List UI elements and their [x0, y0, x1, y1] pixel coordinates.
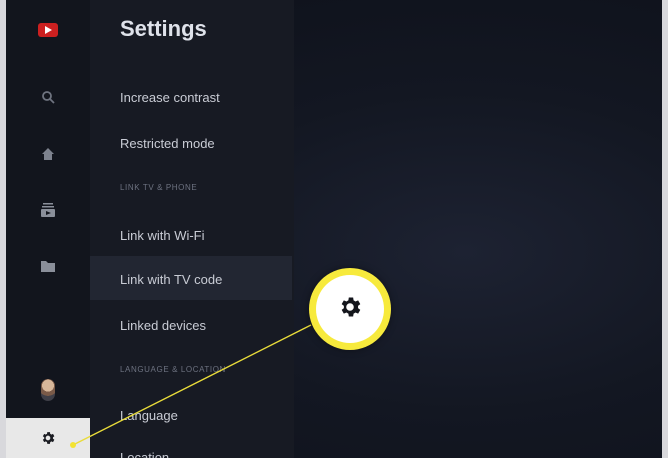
- settings-callout-magnifier: [309, 268, 391, 350]
- callout-inner-circle: [316, 275, 384, 343]
- callout-connector-line: [72, 324, 312, 446]
- gear-icon: [337, 294, 363, 325]
- callout-anchor-dot: [70, 442, 76, 448]
- tv-screen: Settings Increase contrast Restricted mo…: [6, 0, 662, 458]
